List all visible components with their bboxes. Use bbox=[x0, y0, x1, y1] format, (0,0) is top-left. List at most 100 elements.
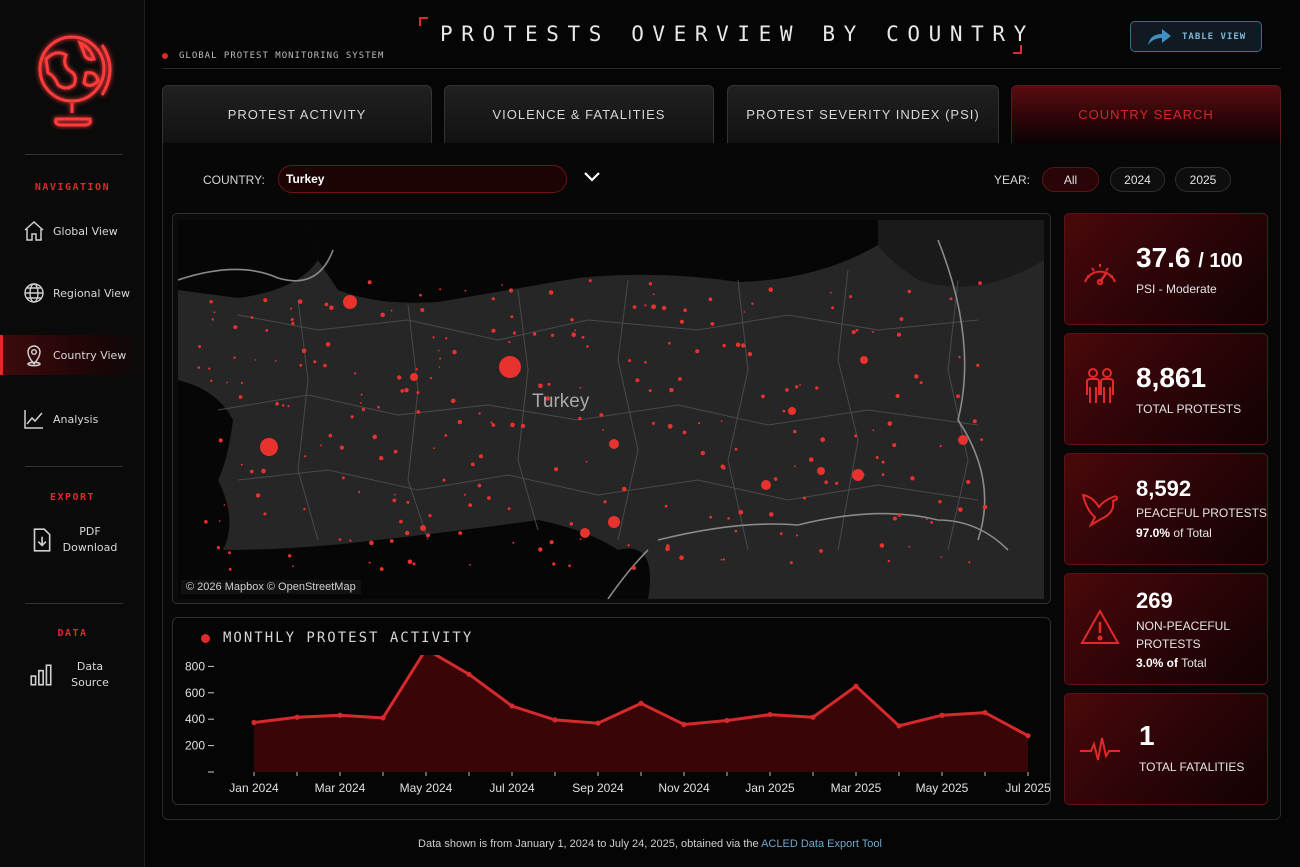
protest-event-marker[interactable] bbox=[930, 521, 934, 524]
protest-event-marker[interactable] bbox=[683, 308, 687, 312]
protest-event-marker[interactable] bbox=[438, 366, 441, 368]
protest-event-marker[interactable] bbox=[410, 373, 418, 381]
tab-psi[interactable]: PROTEST SEVERITY INDEX (PSI) bbox=[727, 85, 999, 143]
protest-event-marker[interactable] bbox=[628, 359, 632, 363]
protest-event-marker[interactable] bbox=[682, 430, 687, 435]
protest-event-marker[interactable] bbox=[588, 279, 592, 283]
data-point[interactable] bbox=[896, 723, 902, 729]
protest-event-marker[interactable] bbox=[313, 360, 317, 364]
protest-event-marker[interactable] bbox=[651, 304, 656, 310]
data-point[interactable] bbox=[767, 711, 773, 718]
protest-event-marker[interactable] bbox=[377, 405, 380, 409]
protest-event-marker[interactable] bbox=[803, 496, 807, 500]
protest-event-marker[interactable] bbox=[478, 454, 484, 459]
protest-event-marker[interactable] bbox=[976, 363, 980, 367]
protest-event-marker[interactable] bbox=[507, 507, 511, 510]
protest-event-marker[interactable] bbox=[958, 435, 968, 445]
protest-event-marker[interactable] bbox=[741, 343, 746, 348]
protest-event-marker[interactable] bbox=[320, 444, 322, 447]
protest-event-marker[interactable] bbox=[324, 302, 329, 307]
protest-event-marker[interactable] bbox=[896, 332, 902, 337]
protest-event-marker[interactable] bbox=[863, 474, 865, 476]
protest-event-marker[interactable] bbox=[358, 491, 361, 494]
protest-event-marker[interactable] bbox=[379, 455, 384, 461]
protest-event-marker[interactable] bbox=[323, 363, 327, 368]
tab-protest-activity[interactable]: PROTEST ACTIVITY bbox=[162, 85, 432, 143]
protest-event-marker[interactable] bbox=[404, 388, 409, 393]
protest-event-marker[interactable] bbox=[338, 538, 342, 541]
protest-event-marker[interactable] bbox=[360, 393, 363, 396]
protest-event-marker[interactable] bbox=[420, 308, 425, 312]
protest-event-marker[interactable] bbox=[508, 341, 511, 344]
protest-event-marker[interactable] bbox=[958, 507, 963, 512]
protest-event-marker[interactable] bbox=[908, 545, 911, 548]
protest-event-marker[interactable] bbox=[907, 289, 911, 294]
data-point[interactable] bbox=[939, 712, 945, 718]
table-view-button[interactable]: TABLE VIEW bbox=[1130, 21, 1262, 52]
protest-event-marker[interactable] bbox=[393, 493, 396, 496]
protest-event-marker[interactable] bbox=[412, 562, 416, 566]
country-map[interactable] bbox=[178, 220, 1044, 599]
protest-event-marker[interactable] bbox=[233, 325, 238, 330]
protest-event-marker[interactable] bbox=[799, 384, 801, 386]
data-point[interactable] bbox=[251, 719, 257, 726]
protest-event-marker[interactable] bbox=[292, 565, 294, 568]
protest-event-marker[interactable] bbox=[393, 449, 398, 454]
protest-event-marker[interactable] bbox=[887, 421, 893, 426]
protest-event-marker[interactable] bbox=[255, 493, 261, 498]
protest-event-marker[interactable] bbox=[367, 280, 372, 285]
protest-event-marker[interactable] bbox=[734, 447, 738, 451]
protest-event-marker[interactable] bbox=[263, 512, 267, 516]
data-point[interactable] bbox=[509, 703, 515, 709]
protest-event-marker[interactable] bbox=[369, 540, 374, 546]
protest-event-marker[interactable] bbox=[209, 300, 213, 304]
protest-event-marker[interactable] bbox=[722, 558, 725, 561]
sidebar-item-country-view[interactable]: Country View bbox=[0, 335, 145, 375]
protest-event-marker[interactable] bbox=[301, 348, 307, 354]
protest-event-marker[interactable] bbox=[211, 318, 214, 321]
protest-event-marker[interactable] bbox=[949, 297, 953, 301]
protest-event-marker[interactable] bbox=[341, 476, 345, 480]
data-point[interactable] bbox=[595, 720, 601, 726]
protest-event-marker[interactable] bbox=[666, 544, 670, 548]
protest-event-marker[interactable] bbox=[734, 529, 738, 533]
protest-event-marker[interactable] bbox=[895, 393, 900, 399]
data-source-button[interactable]: Data Source bbox=[0, 659, 145, 691]
protest-event-marker[interactable] bbox=[218, 520, 221, 522]
protest-event-marker[interactable] bbox=[849, 295, 853, 299]
protest-event-marker[interactable] bbox=[450, 398, 456, 404]
protest-event-marker[interactable] bbox=[679, 555, 684, 560]
protest-event-marker[interactable] bbox=[720, 464, 725, 469]
protest-event-marker[interactable] bbox=[652, 293, 655, 296]
protest-event-marker[interactable] bbox=[372, 434, 377, 440]
protest-event-marker[interactable] bbox=[579, 386, 582, 389]
data-point[interactable] bbox=[853, 683, 859, 689]
tab-country-search[interactable]: COUNTRY SEARCH bbox=[1011, 85, 1281, 143]
protest-event-marker[interactable] bbox=[392, 498, 397, 503]
protest-event-marker[interactable] bbox=[407, 559, 413, 565]
protest-event-marker[interactable] bbox=[210, 379, 213, 382]
protest-event-marker[interactable] bbox=[632, 305, 637, 309]
protest-event-marker[interactable] bbox=[747, 351, 753, 357]
protest-event-marker[interactable] bbox=[644, 361, 647, 364]
protest-event-marker[interactable] bbox=[442, 478, 446, 482]
protest-event-marker[interactable] bbox=[580, 528, 590, 538]
protest-event-marker[interactable] bbox=[851, 330, 856, 335]
protest-event-marker[interactable] bbox=[452, 349, 457, 355]
protest-event-marker[interactable] bbox=[727, 517, 730, 520]
protest-event-marker[interactable] bbox=[250, 316, 254, 319]
protest-event-marker[interactable] bbox=[652, 421, 655, 425]
protest-event-marker[interactable] bbox=[399, 519, 403, 524]
protest-event-marker[interactable] bbox=[574, 329, 577, 332]
protest-event-marker[interactable] bbox=[508, 288, 514, 293]
protest-event-marker[interactable] bbox=[512, 541, 515, 544]
protest-event-marker[interactable] bbox=[432, 336, 435, 339]
protest-event-marker[interactable] bbox=[700, 450, 705, 456]
protest-event-marker[interactable] bbox=[956, 394, 960, 399]
protest-event-marker[interactable] bbox=[238, 395, 243, 399]
protest-event-marker[interactable] bbox=[416, 391, 420, 395]
protest-event-marker[interactable] bbox=[287, 405, 290, 408]
protest-event-marker[interactable] bbox=[463, 493, 466, 496]
protest-event-marker[interactable] bbox=[881, 473, 885, 476]
protest-event-marker[interactable] bbox=[216, 546, 220, 550]
